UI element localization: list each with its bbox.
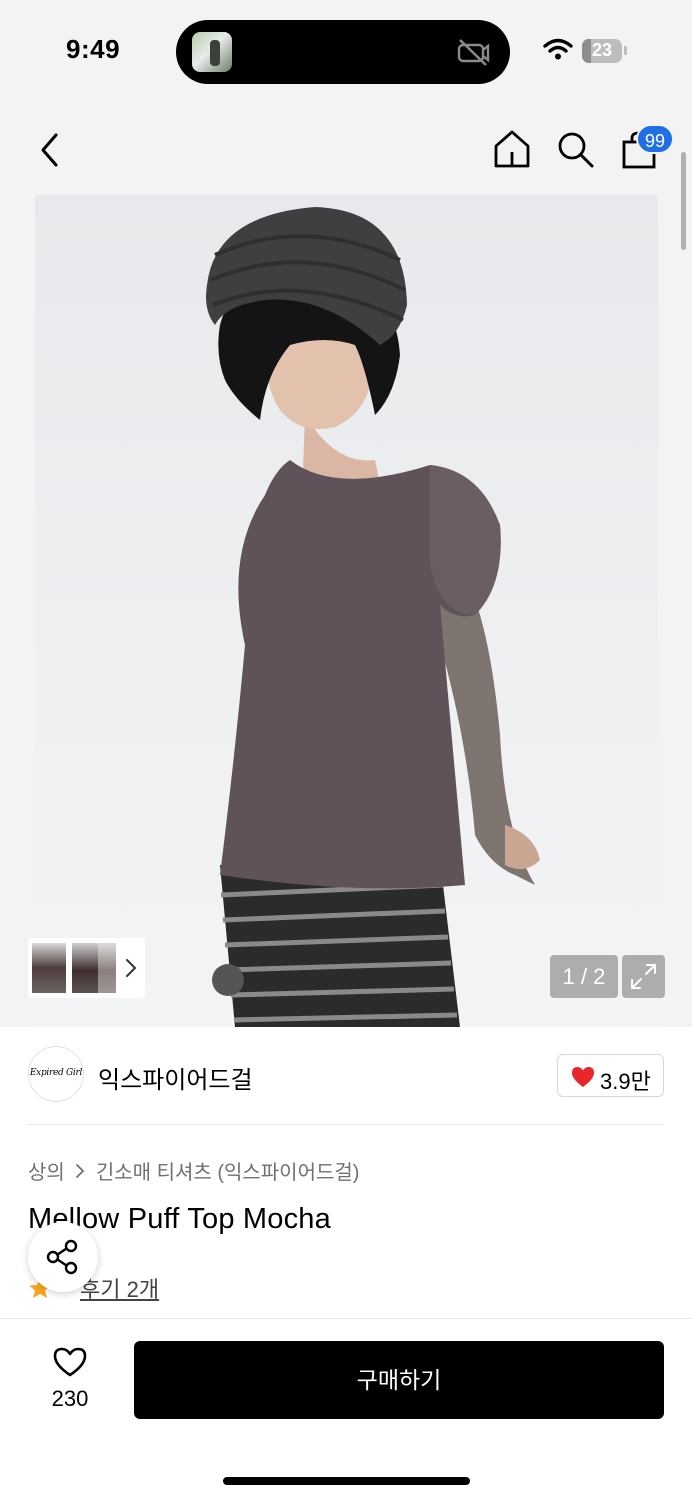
cart-badge: 99 <box>636 124 674 154</box>
brand-logo-text: Expired Girl <box>29 1068 83 1078</box>
chevron-right-icon <box>75 1163 85 1178</box>
page-scrollbar[interactable] <box>681 152 686 250</box>
share-icon <box>46 1239 78 1275</box>
expand-icon <box>631 964 656 989</box>
heart-outline-icon <box>53 1347 87 1377</box>
dynamic-island[interactable] <box>176 20 510 84</box>
thumbnail-image[interactable] <box>98 943 116 993</box>
status-time: 9:49 <box>66 34 121 64</box>
camera-disabled-icon <box>457 39 490 66</box>
search-icon[interactable] <box>556 130 596 170</box>
breadcrumb-subcategory[interactable]: 긴소매 티셔츠 (익스파이어드걸) <box>96 1156 360 1185</box>
bottom-bar-divider <box>0 1318 692 1319</box>
product-image[interactable] <box>35 195 658 1027</box>
thumbnail-image[interactable] <box>32 943 66 993</box>
share-button[interactable] <box>28 1222 98 1292</box>
battery-cap <box>624 46 627 55</box>
thumbnail-image[interactable] <box>72 943 98 993</box>
battery-level: 23 <box>591 40 613 60</box>
brand-name[interactable]: 익스파이어드걸 <box>98 1060 253 1095</box>
media-thumbnail-icon <box>192 32 232 72</box>
buy-button[interactable]: 구매하기 <box>134 1341 664 1419</box>
wishlist-count: 230 <box>51 1386 89 1411</box>
breadcrumb: 상의 긴소매 티셔츠 (익스파이어드걸) <box>28 1156 359 1185</box>
brand-like-button[interactable]: 3.9만 <box>557 1054 664 1097</box>
brand-like-count: 3.9만 <box>600 1069 651 1094</box>
back-icon[interactable] <box>36 132 64 168</box>
model-photo <box>206 207 540 1027</box>
battery-icon: 23 <box>582 39 622 63</box>
breadcrumb-category[interactable]: 상의 <box>28 1156 65 1185</box>
heart-filled-icon <box>572 1067 594 1087</box>
image-counter: 1 / 2 <box>550 955 618 998</box>
wifi-icon <box>543 38 573 60</box>
status-bar: 9:49 23 <box>0 0 692 100</box>
home-icon[interactable] <box>492 129 532 169</box>
expand-button[interactable] <box>622 955 665 998</box>
brand-logo[interactable]: Expired Girl <box>28 1046 84 1102</box>
home-indicator[interactable] <box>223 1477 470 1485</box>
top-nav <box>0 100 692 195</box>
wishlist-button[interactable]: 230 <box>28 1340 112 1420</box>
chevron-right-icon <box>126 959 137 977</box>
image-thumbnail-strip[interactable] <box>28 938 145 998</box>
section-divider <box>28 1124 664 1125</box>
